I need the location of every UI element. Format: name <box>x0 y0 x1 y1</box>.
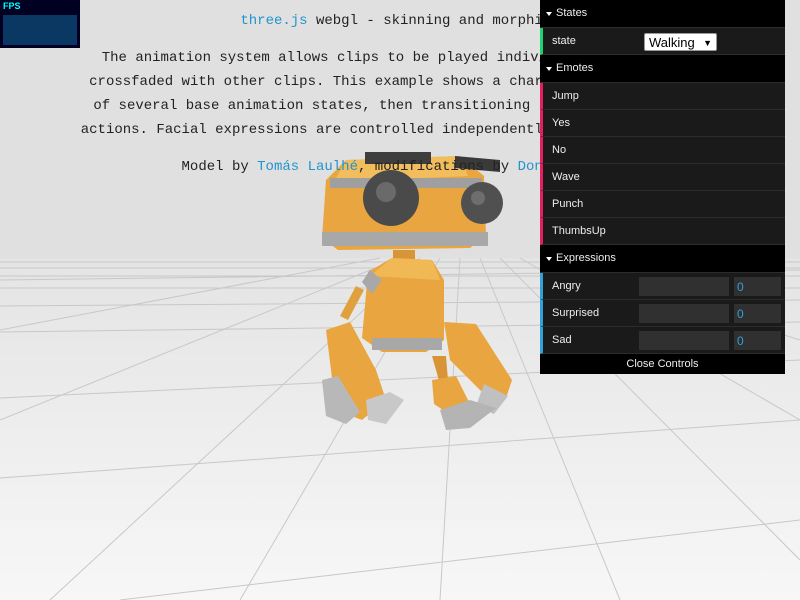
emote-button-thumbsup[interactable]: ThumbsUp <box>540 218 785 245</box>
credit-prefix: Model by <box>181 159 258 175</box>
emote-button-wave[interactable]: Wave <box>540 164 785 191</box>
expressions-folder-label: Expressions <box>556 252 616 264</box>
emote-label: ThumbsUp <box>552 225 606 237</box>
emote-button-no[interactable]: No <box>540 137 785 164</box>
close-controls-button[interactable]: Close Controls <box>540 354 785 374</box>
expression-row-sad: Sad 0 <box>540 327 785 354</box>
angry-value-input[interactable]: 0 <box>734 277 781 296</box>
fps-label: FPS <box>3 1 21 11</box>
state-select-value: Walking <box>649 35 695 50</box>
expression-label: Surprised <box>552 307 600 319</box>
fps-panel[interactable]: FPS <box>0 0 80 48</box>
expression-label: Angry <box>552 280 581 292</box>
emote-button-jump[interactable]: Jump <box>540 83 785 110</box>
emote-label: No <box>552 144 567 156</box>
state-select[interactable]: Walking ▼ <box>644 33 717 51</box>
emote-label: Wave <box>552 171 580 183</box>
fps-graph <box>3 15 77 45</box>
emotes-folder-title[interactable]: Emotes <box>540 55 785 83</box>
surprised-slider[interactable] <box>639 304 729 323</box>
controls-panel: States state Walking ▼ Emotes Jump Yes No… <box>540 0 785 374</box>
states-folder-title[interactable]: States <box>540 0 785 28</box>
author-link[interactable]: Tomás Laulhé <box>257 159 358 175</box>
sad-value-input[interactable]: 0 <box>734 331 781 350</box>
expression-label: Sad <box>552 334 572 346</box>
emote-label: Punch <box>552 198 584 210</box>
emote-label: Jump <box>552 90 579 102</box>
expression-row-surprised: Surprised 0 <box>540 300 785 327</box>
surprised-value-input[interactable]: 0 <box>734 304 781 323</box>
state-label: state <box>552 35 576 47</box>
sad-slider[interactable] <box>639 331 729 350</box>
credit-middle: , modifications by <box>357 159 518 175</box>
dropdown-arrow-icon: ▼ <box>703 38 712 48</box>
emote-button-punch[interactable]: Punch <box>540 191 785 218</box>
emotes-folder-label: Emotes <box>556 62 594 74</box>
angry-slider[interactable] <box>639 277 729 296</box>
emote-label: Yes <box>552 117 570 129</box>
chevron-down-icon <box>546 12 552 16</box>
chevron-down-icon <box>546 257 552 261</box>
state-control-row: state Walking ▼ <box>540 28 785 55</box>
chevron-down-icon <box>546 67 552 71</box>
threejs-link[interactable]: three.js <box>240 13 307 29</box>
states-folder-label: States <box>556 7 588 19</box>
page-title-text: webgl - skinning and morphing <box>307 13 560 29</box>
expressions-folder-title[interactable]: Expressions <box>540 245 785 273</box>
emote-button-yes[interactable]: Yes <box>540 110 785 137</box>
expression-row-angry: Angry 0 <box>540 273 785 300</box>
